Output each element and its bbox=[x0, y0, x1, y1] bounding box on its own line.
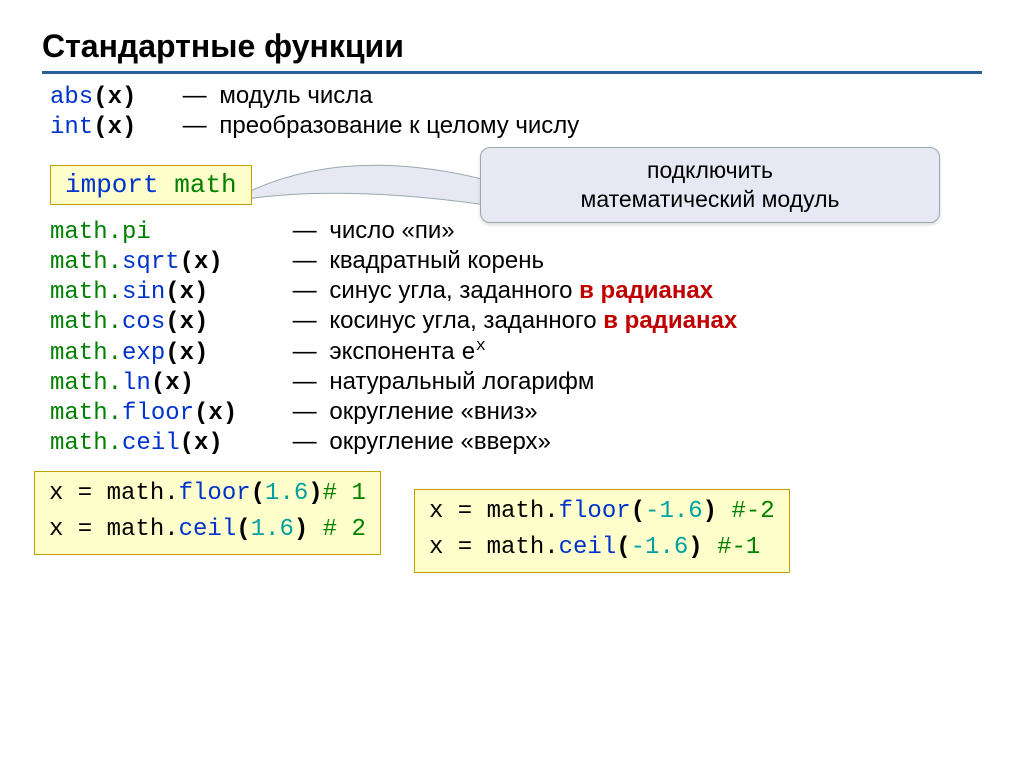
sin-fn: sin bbox=[122, 279, 165, 306]
exr1-num: -1.6 bbox=[645, 498, 703, 525]
cos-fn: cos bbox=[122, 309, 165, 336]
exp-pre: math. bbox=[50, 340, 122, 367]
floor-desc: округление «вниз» bbox=[329, 398, 537, 425]
exr1-pre: x = math. bbox=[429, 498, 559, 525]
floor-fn: floor bbox=[122, 400, 194, 427]
exp-sup: x bbox=[476, 337, 486, 356]
slide-title: Стандартные функции bbox=[42, 28, 982, 65]
exp-desc: экспонента bbox=[329, 338, 461, 365]
exl2-pre: x = math. bbox=[49, 516, 179, 543]
sin-desc: синус угла, заданного bbox=[329, 277, 579, 304]
ceil-args: (x) bbox=[180, 430, 223, 457]
import-kw: import bbox=[65, 170, 159, 200]
int-row: int(x) — преобразование к целому числу bbox=[50, 112, 982, 141]
title-rule bbox=[42, 71, 982, 74]
exl1-num: 1.6 bbox=[265, 480, 308, 507]
examples: x = math.floor(1.6)# 1 x = math.ceil(1.6… bbox=[34, 471, 982, 571]
ln-desc: натуральный логарифм bbox=[329, 368, 594, 395]
sin-red: в радианах bbox=[579, 277, 713, 304]
exr2-fn: ceil bbox=[559, 534, 617, 561]
import-row: import math подключить математический мо… bbox=[50, 165, 982, 205]
ln-pre: math. bbox=[50, 370, 122, 397]
ceil-pre: math. bbox=[50, 430, 122, 457]
exr2-open: ( bbox=[616, 534, 630, 561]
ln-fn: ln bbox=[122, 370, 151, 397]
exr2-num: -1.6 bbox=[631, 534, 689, 561]
exr1-open: ( bbox=[631, 498, 645, 525]
sqrt-fn: sqrt bbox=[122, 249, 180, 276]
exl2-close: ) bbox=[294, 516, 323, 543]
sin-pre: math. bbox=[50, 279, 122, 306]
int-desc: преобразование к целому числу bbox=[219, 112, 579, 139]
abs-row: abs(x) — модуль числа bbox=[50, 82, 982, 111]
sqrt-desc: квадратный корень bbox=[329, 247, 544, 274]
dash-icon: — bbox=[287, 217, 323, 245]
abs-kw: abs bbox=[50, 84, 93, 111]
cos-args: (x) bbox=[165, 309, 208, 336]
exl2-num: 1.6 bbox=[251, 516, 294, 543]
ceil-fn: ceil bbox=[122, 430, 180, 457]
abs-args: (x) bbox=[93, 84, 136, 111]
ceil-desc: округление «вверх» bbox=[329, 428, 551, 455]
example-right: x = math.floor(-1.6) #-2 x = math.ceil(-… bbox=[414, 489, 790, 573]
cos-row: math.cos(x) — косинус угла, заданного в … bbox=[50, 307, 982, 336]
exp-e: e bbox=[461, 340, 475, 367]
exl2-open: ( bbox=[236, 516, 250, 543]
sqrt-args: (x) bbox=[180, 249, 223, 276]
sin-args: (x) bbox=[165, 279, 208, 306]
int-kw: int bbox=[50, 114, 93, 141]
floor-row: math.floor(x) — округление «вниз» bbox=[50, 398, 982, 427]
sin-row: math.sin(x) — синус угла, заданного в ра… bbox=[50, 277, 982, 306]
exr2-cmt: #-1 bbox=[717, 534, 760, 561]
example-left: x = math.floor(1.6)# 1 x = math.ceil(1.6… bbox=[34, 471, 381, 555]
dash-icon: — bbox=[287, 398, 323, 426]
exp-fn: exp bbox=[122, 340, 165, 367]
int-args: (x) bbox=[93, 114, 136, 141]
ln-args: (x) bbox=[151, 370, 194, 397]
pi-desc: число «пи» bbox=[329, 217, 454, 244]
dash-icon: — bbox=[287, 338, 323, 366]
math-list: math.pi — число «пи» math.sqrt(x) — квад… bbox=[50, 217, 982, 457]
dash-icon: — bbox=[287, 247, 323, 275]
callout-line-2: математический модуль bbox=[503, 185, 917, 214]
import-box: import math bbox=[50, 165, 252, 205]
exl2-cmt: # 2 bbox=[323, 516, 366, 543]
dash-icon: — bbox=[287, 277, 323, 305]
import-name: math bbox=[174, 170, 236, 200]
dash-icon: — bbox=[287, 368, 323, 396]
ceil-row: math.ceil(x) — округление «вверх» bbox=[50, 428, 982, 457]
callout-box: подключить математический модуль bbox=[480, 147, 940, 223]
exr1-fn: floor bbox=[559, 498, 631, 525]
dash-icon: — bbox=[177, 112, 213, 140]
cos-pre: math. bbox=[50, 309, 122, 336]
exr2-close: ) bbox=[688, 534, 717, 561]
exp-args: (x) bbox=[165, 340, 208, 367]
exr2-pre: x = math. bbox=[429, 534, 559, 561]
exl1-close: ) bbox=[308, 480, 322, 507]
cos-red: в радианах bbox=[603, 307, 737, 334]
sqrt-row: math.sqrt(x) — квадратный корень bbox=[50, 247, 982, 276]
ln-row: math.ln(x) — натуральный логарифм bbox=[50, 368, 982, 397]
exl1-pre: x = math. bbox=[49, 480, 179, 507]
callout-line-1: подключить bbox=[503, 156, 917, 185]
exr1-cmt: #-2 bbox=[731, 498, 774, 525]
exl1-fn: floor bbox=[179, 480, 251, 507]
pi-code: math.pi bbox=[50, 219, 280, 246]
exl1-open: ( bbox=[251, 480, 265, 507]
exl2-fn: ceil bbox=[179, 516, 237, 543]
exl1-cmt: # 1 bbox=[323, 480, 366, 507]
dash-icon: — bbox=[287, 307, 323, 335]
exp-row: math.exp(x) — экспонента ex bbox=[50, 337, 982, 367]
floor-pre: math. bbox=[50, 400, 122, 427]
dash-icon: — bbox=[287, 428, 323, 456]
exr1-close: ) bbox=[703, 498, 732, 525]
floor-args: (x) bbox=[194, 400, 237, 427]
cos-desc: косинус угла, заданного bbox=[329, 307, 603, 334]
dash-icon: — bbox=[177, 82, 213, 110]
sqrt-pre: math. bbox=[50, 249, 122, 276]
abs-desc: модуль числа bbox=[219, 82, 372, 109]
